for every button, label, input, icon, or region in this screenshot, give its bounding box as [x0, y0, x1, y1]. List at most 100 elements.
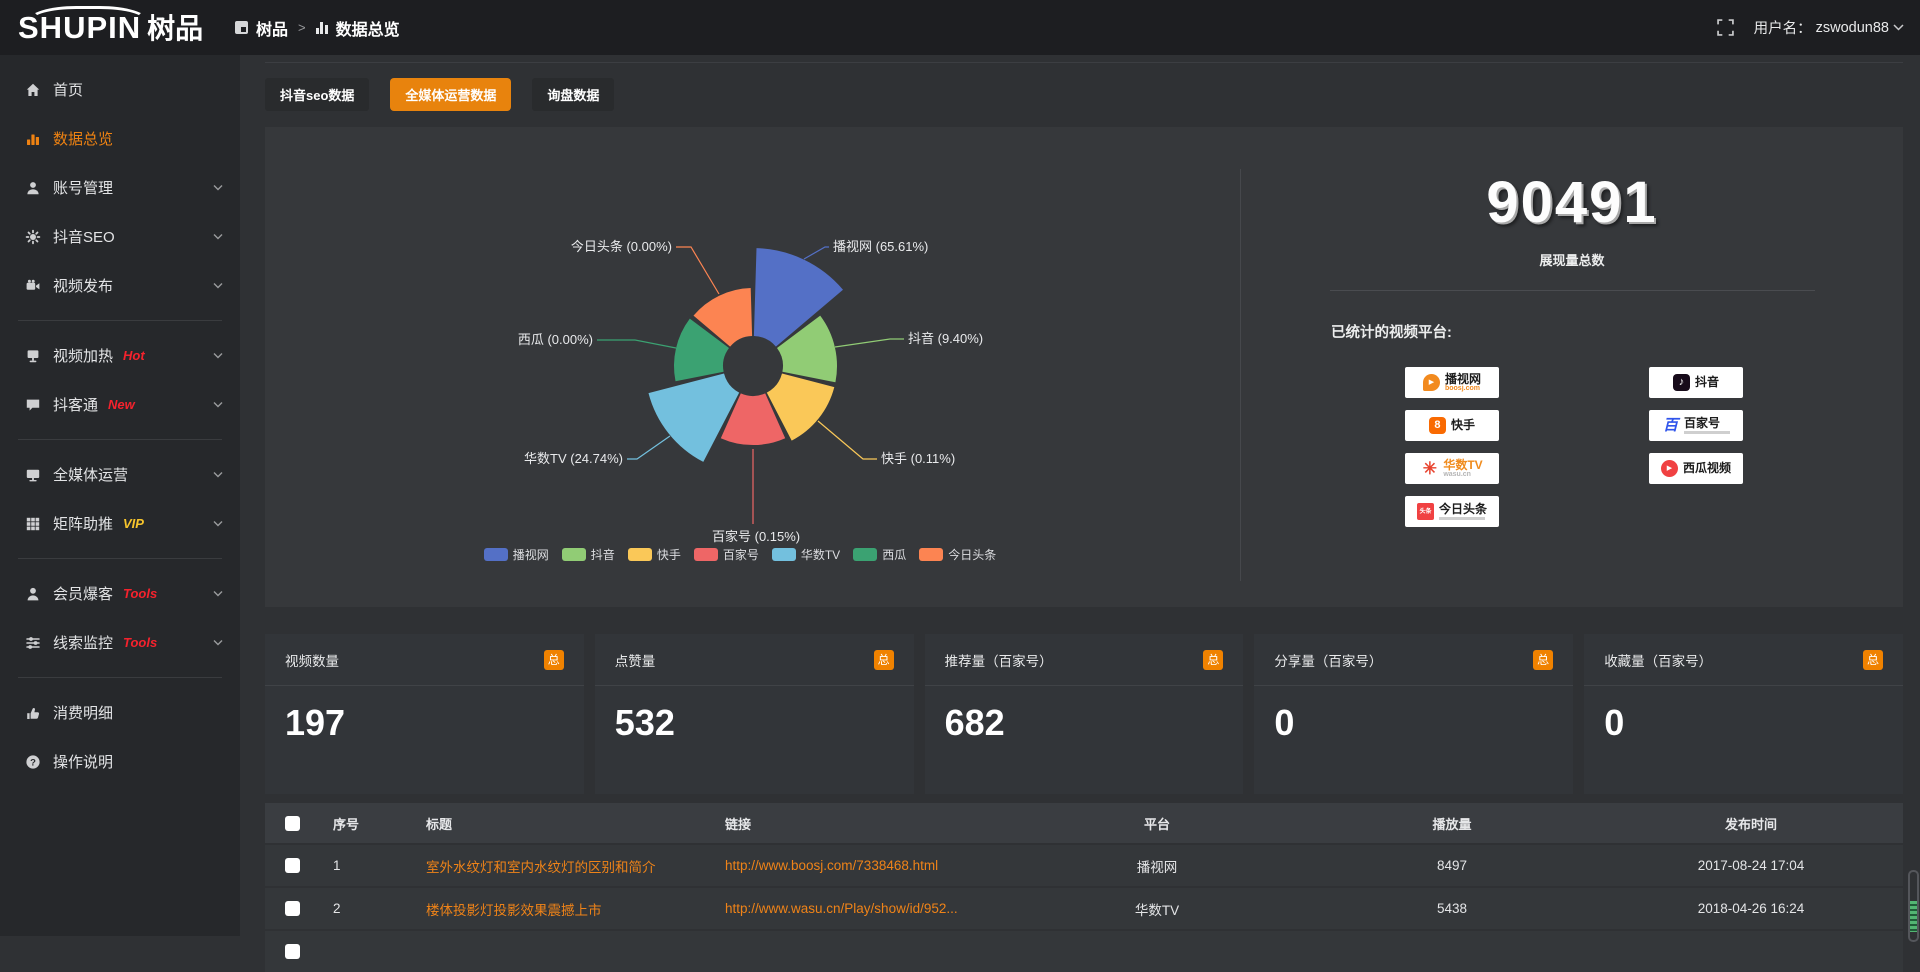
gear-icon: [25, 229, 41, 245]
legend-item-6[interactable]: 今日头条: [919, 546, 996, 563]
platform-badge-xigua: ▶西瓜视频: [1649, 453, 1743, 484]
sidebar-item-chat[interactable]: 抖客通New: [0, 380, 240, 429]
chat-icon: [25, 397, 41, 413]
sidebar-item-label: 视频发布: [53, 275, 113, 296]
total-badge: 总: [1863, 650, 1883, 670]
total-badge: 总: [874, 650, 894, 670]
sidebar-divider: [18, 439, 222, 440]
screen-icon: [25, 467, 41, 483]
sidebar-item-label: 视频加热: [53, 345, 113, 366]
topbar: SHUPIN 树品 树品 > 数据总览 用户名：zswodun88: [0, 0, 1920, 55]
stat-card-value: 532: [595, 686, 914, 744]
sidebar-item-label: 数据总览: [53, 128, 113, 149]
sidebar-item-screen[interactable]: 全媒体运营: [0, 450, 240, 499]
sidebar-item-hand[interactable]: 消费明细: [0, 688, 240, 737]
member-icon: [25, 586, 41, 602]
sidebar-item-grid[interactable]: 矩阵助推 VIP: [0, 499, 240, 548]
label-line-4: [627, 436, 670, 459]
sidebar-divider: [18, 320, 222, 321]
app-window-icon: [235, 21, 248, 34]
label-line-6: [676, 247, 719, 294]
row-checkbox[interactable]: [285, 944, 300, 959]
fullscreen-icon[interactable]: [1717, 19, 1734, 36]
cell-url-link[interactable]: http://www.wasu.cn/Play/show/id/952...: [711, 901, 1009, 916]
tab-douyin-seo[interactable]: 抖音seo数据: [265, 78, 369, 111]
sidebar-item-label: 矩阵助推: [53, 513, 113, 534]
cell-no: 1: [319, 858, 417, 873]
pie-label-6: 今日头条 (0.00%): [571, 239, 672, 254]
username-label: 用户名：: [1754, 17, 1812, 38]
baijiahao-logo-icon: 百: [1662, 417, 1679, 434]
sidebar-item-heat[interactable]: 视频加热Hot: [0, 331, 240, 380]
legend-item-3[interactable]: 百家号: [694, 546, 759, 563]
rose-pie-chart[interactable]: 播视网 (65.61%)抖音 (9.40%)快手 (0.11%)百家号 (0.1…: [265, 127, 1245, 602]
toutiao-logo-icon: 头条: [1417, 503, 1434, 520]
legend-label: 抖音: [591, 546, 615, 563]
col-header-time: 发布时间: [1599, 814, 1903, 833]
cell-views: 5438: [1305, 901, 1599, 916]
breadcrumb-home[interactable]: 树品: [256, 16, 288, 40]
stat-card-value: 197: [265, 686, 584, 744]
sidebar-item-video[interactable]: 视频发布: [0, 261, 240, 310]
legend-item-1[interactable]: 抖音: [562, 546, 615, 563]
stat-card-label: 收藏量（百家号）: [1604, 650, 1712, 670]
platform-badge-text: 西瓜视频: [1683, 462, 1731, 475]
sidebar-item-member[interactable]: 会员爆客Tools: [0, 569, 240, 618]
boosj-logo-icon: ▶: [1423, 374, 1440, 391]
tab-inquiry[interactable]: 询盘数据: [532, 78, 614, 111]
sidebar-item-gear[interactable]: 抖音SEO: [0, 212, 240, 261]
user-icon: [25, 180, 41, 196]
table-row: 1室外水纹灯和室内水纹灯的区别和简介http://www.boosj.com/7…: [265, 845, 1903, 886]
platform-badge-text: 华数TV: [1443, 459, 1482, 472]
legend-label: 华数TV: [801, 546, 840, 563]
platform-badge-subtext: wasu.cn: [1443, 471, 1471, 478]
pie-label-4: 华数TV (24.74%): [524, 451, 623, 466]
platform-badge-boosj: ▶播视网boosj.com: [1405, 367, 1499, 398]
chevron-down-icon: [213, 401, 223, 408]
user-menu[interactable]: 用户名：zswodun88: [1754, 17, 1904, 38]
sidebar-item-sliders[interactable]: 线索监控Tools: [0, 618, 240, 667]
cell-title-link[interactable]: 楼体投影灯投影效果震撼上市: [417, 899, 711, 919]
table-row-partial: [265, 931, 1903, 972]
legend-item-2[interactable]: 快手: [628, 546, 681, 563]
grid-icon: [25, 516, 41, 532]
sidebar-item-user[interactable]: 账号管理: [0, 163, 240, 212]
sidebar: 首页数据总览账号管理抖音SEO视频发布视频加热Hot抖客通New全媒体运营矩阵助…: [0, 55, 240, 936]
cell-url-link[interactable]: http://www.boosj.com/7338468.html: [711, 858, 1009, 873]
username-value: zswodun88: [1816, 20, 1889, 36]
legend-item-0[interactable]: 播视网: [484, 546, 549, 563]
breadcrumb-current: 数据总览: [336, 16, 400, 40]
label-line-5: [597, 340, 676, 348]
sidebar-item-tag: Tools: [123, 586, 157, 601]
legend-mark: [853, 548, 877, 561]
legend-item-4[interactable]: 华数TV: [772, 546, 840, 563]
label-line-0: [804, 247, 829, 259]
cell-no: 2: [319, 901, 417, 916]
pie-sector-4[interactable]: 华数TV (24.74%): [649, 374, 740, 462]
stat-card-0: 视频数量总197: [265, 634, 584, 794]
cell-time: 2017-08-24 17:04: [1599, 858, 1903, 873]
douyin-logo-icon: ♪: [1673, 374, 1690, 391]
col-header-platform: 平台: [1009, 814, 1305, 833]
chevron-down-icon: [213, 471, 223, 478]
select-all-checkbox[interactable]: [285, 816, 300, 831]
pie-label-5: 西瓜 (0.00%): [518, 332, 593, 347]
sidebar-item-question[interactable]: ?操作说明: [0, 737, 240, 786]
row-checkbox[interactable]: [285, 858, 300, 873]
sidebar-divider: [18, 677, 222, 678]
platform-badge-kuaishou: 8快手: [1405, 410, 1499, 441]
tab-all-media[interactable]: 全媒体运营数据: [390, 78, 511, 111]
row-checkbox[interactable]: [285, 901, 300, 916]
legend-item-5[interactable]: 西瓜: [853, 546, 906, 563]
heat-icon: [25, 348, 41, 364]
sidebar-item-tag: VIP: [123, 516, 144, 531]
table-header-row: 序号标题链接平台播放量发布时间: [265, 803, 1903, 843]
stat-card-value: 0: [1254, 686, 1573, 744]
legend-mark: [772, 548, 796, 561]
summary-divider: [1330, 290, 1815, 291]
col-header-title: 标题: [417, 814, 711, 833]
sidebar-item-bars[interactable]: 数据总览: [0, 114, 240, 163]
cell-title-link[interactable]: 室外水纹灯和室内水纹灯的区别和简介: [417, 856, 711, 876]
cell-views: 8497: [1305, 858, 1599, 873]
sidebar-item-home[interactable]: 首页: [0, 65, 240, 114]
